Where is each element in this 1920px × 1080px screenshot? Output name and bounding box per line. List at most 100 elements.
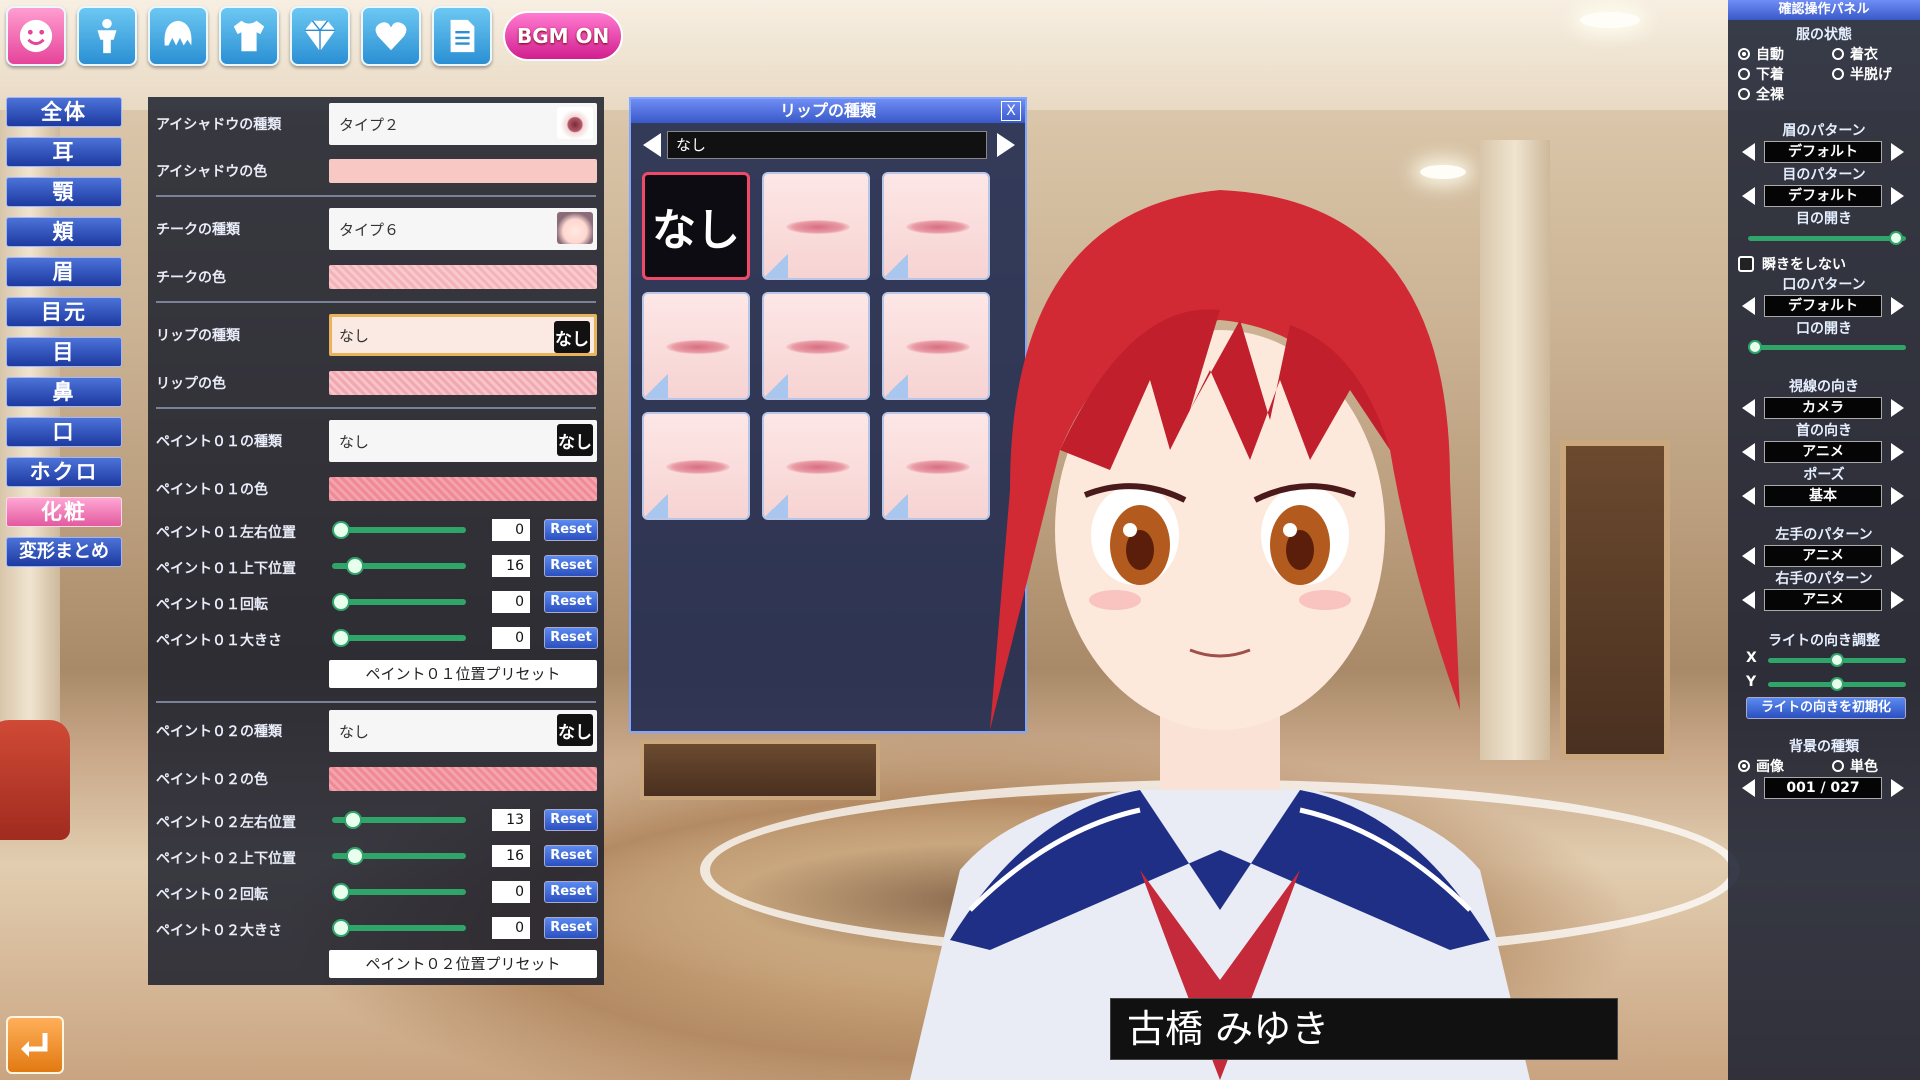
paint02-reset-button[interactable]: Reset bbox=[544, 881, 598, 903]
left-arrow-icon[interactable] bbox=[1742, 547, 1755, 565]
light-y-slider[interactable] bbox=[1768, 677, 1906, 691]
left-arrow-icon[interactable] bbox=[1742, 297, 1755, 315]
paint02-value-field[interactable]: 0 bbox=[492, 917, 530, 939]
paint01-slider[interactable] bbox=[332, 557, 466, 575]
paint02-value-field[interactable]: 13 bbox=[492, 809, 530, 831]
slider-handle[interactable] bbox=[346, 847, 364, 865]
eye-open-slider[interactable] bbox=[1748, 231, 1906, 245]
paint01-value-field[interactable]: 0 bbox=[492, 591, 530, 613]
paint02-reset-button[interactable]: Reset bbox=[544, 845, 598, 867]
paint01-position-preset-button[interactable]: ペイント０１位置プリセット bbox=[329, 660, 597, 688]
lip-option-none[interactable]: なし bbox=[642, 172, 750, 280]
paint01-slider[interactable] bbox=[332, 629, 466, 647]
clothes-icon[interactable] bbox=[219, 6, 279, 66]
left-arrow-icon[interactable] bbox=[1742, 779, 1755, 797]
body-icon[interactable] bbox=[77, 6, 137, 66]
paint01-value-field[interactable]: 16 bbox=[492, 555, 530, 577]
bgm-toggle-button[interactable]: BGM ON bbox=[503, 11, 624, 61]
paint02-value-field[interactable]: 0 bbox=[492, 881, 530, 903]
right-arrow-icon[interactable] bbox=[1891, 443, 1904, 461]
paint02-reset-button[interactable]: Reset bbox=[544, 917, 598, 939]
light-x-slider[interactable] bbox=[1768, 653, 1906, 667]
left-arrow-icon[interactable] bbox=[1742, 399, 1755, 417]
category-jaw[interactable]: 顎 bbox=[6, 177, 122, 207]
category-deform-summary[interactable]: 変形まとめ bbox=[6, 537, 122, 567]
paint02-slider[interactable] bbox=[332, 919, 466, 937]
paint01-slider[interactable] bbox=[332, 521, 466, 539]
slider-handle[interactable] bbox=[344, 811, 362, 829]
right-arrow-icon[interactable] bbox=[1891, 143, 1904, 161]
left-arrow-icon[interactable] bbox=[1742, 591, 1755, 609]
slider-handle[interactable] bbox=[1830, 653, 1844, 667]
paint01-reset-button[interactable]: Reset bbox=[544, 555, 598, 577]
clothes-auto-radio[interactable]: 自動 bbox=[1738, 44, 1784, 64]
paint02-reset-button[interactable]: Reset bbox=[544, 809, 598, 831]
left-hand-stepper[interactable]: アニメ bbox=[1742, 545, 1904, 567]
paint01-slider[interactable] bbox=[332, 593, 466, 611]
category-mouth[interactable]: 口 bbox=[6, 417, 122, 447]
paint01-value-field[interactable]: 0 bbox=[492, 627, 530, 649]
paint02-slider[interactable] bbox=[332, 811, 466, 829]
paint01-color-swatch[interactable] bbox=[329, 477, 597, 501]
slider-handle[interactable] bbox=[332, 883, 350, 901]
clothes-underwear-radio[interactable]: 下着 bbox=[1738, 64, 1784, 84]
paint02-slider[interactable] bbox=[332, 883, 466, 901]
paint02-value-field[interactable]: 16 bbox=[492, 845, 530, 867]
paint02-slider[interactable] bbox=[332, 847, 466, 865]
eyeshadow-type-selector[interactable]: タイプ２ bbox=[329, 103, 597, 145]
slider-handle[interactable] bbox=[1889, 231, 1903, 245]
paint01-type-selector[interactable]: なし なし bbox=[329, 420, 597, 462]
paint01-reset-button[interactable]: Reset bbox=[544, 591, 598, 613]
back-icon[interactable] bbox=[6, 1016, 64, 1074]
lip-option[interactable] bbox=[762, 412, 870, 520]
slider-handle[interactable] bbox=[332, 593, 350, 611]
category-ears[interactable]: 耳 bbox=[6, 137, 122, 167]
category-whole[interactable]: 全体 bbox=[6, 97, 122, 127]
right-arrow-icon[interactable] bbox=[1891, 399, 1904, 417]
eyeshadow-color-swatch[interactable] bbox=[329, 159, 597, 183]
lip-type-selector[interactable]: なし なし bbox=[329, 314, 597, 356]
background-counter-stepper[interactable]: 001 / 027 bbox=[1742, 777, 1904, 799]
background-image-radio[interactable]: 画像 bbox=[1738, 756, 1784, 776]
left-arrow-icon[interactable] bbox=[1742, 143, 1755, 161]
category-nose[interactable]: 鼻 bbox=[6, 377, 122, 407]
right-arrow-icon[interactable] bbox=[1891, 187, 1904, 205]
mouth-pattern-stepper[interactable]: デフォルト bbox=[1742, 295, 1904, 317]
light-reset-button[interactable]: ライトの向きを初期化 bbox=[1746, 697, 1906, 719]
right-arrow-icon[interactable] bbox=[1891, 547, 1904, 565]
paint02-type-selector[interactable]: なし なし bbox=[329, 710, 597, 752]
lip-option[interactable] bbox=[762, 172, 870, 280]
accessory-icon[interactable] bbox=[290, 6, 350, 66]
right-arrow-icon[interactable] bbox=[1891, 487, 1904, 505]
paint02-color-swatch[interactable] bbox=[329, 767, 597, 791]
paint01-reset-button[interactable]: Reset bbox=[544, 627, 598, 649]
neck-stepper[interactable]: アニメ bbox=[1742, 441, 1904, 463]
confirmation-panel-header[interactable]: 確認操作パネル bbox=[1728, 0, 1920, 20]
right-arrow-icon[interactable] bbox=[1891, 297, 1904, 315]
heart-icon[interactable] bbox=[361, 6, 421, 66]
clothes-nude-radio[interactable]: 全裸 bbox=[1738, 84, 1784, 104]
paint01-value-field[interactable]: 0 bbox=[492, 519, 530, 541]
category-moles[interactable]: ホクロ bbox=[6, 457, 122, 487]
left-arrow-icon[interactable] bbox=[1742, 187, 1755, 205]
slider-handle[interactable] bbox=[346, 557, 364, 575]
slider-handle[interactable] bbox=[332, 919, 350, 937]
category-eye-area[interactable]: 目元 bbox=[6, 297, 122, 327]
right-hand-stepper[interactable]: アニメ bbox=[1742, 589, 1904, 611]
category-cheeks[interactable]: 頬 bbox=[6, 217, 122, 247]
slider-handle[interactable] bbox=[1748, 340, 1762, 354]
clothes-half-radio[interactable]: 半脱げ bbox=[1832, 64, 1892, 84]
cheek-color-swatch[interactable] bbox=[329, 265, 597, 289]
slider-handle[interactable] bbox=[332, 521, 350, 539]
paint01-reset-button[interactable]: Reset bbox=[544, 519, 598, 541]
eye-pattern-stepper[interactable]: デフォルト bbox=[1742, 185, 1904, 207]
cheek-type-selector[interactable]: タイプ６ bbox=[329, 208, 597, 250]
mouth-open-slider[interactable] bbox=[1748, 340, 1906, 354]
background-solid-radio[interactable]: 単色 bbox=[1832, 756, 1878, 776]
slider-handle[interactable] bbox=[1830, 677, 1844, 691]
no-blink-checkbox[interactable]: 瞬きをしない bbox=[1738, 254, 1846, 274]
lip-option[interactable] bbox=[642, 412, 750, 520]
left-arrow-icon[interactable] bbox=[1742, 487, 1755, 505]
gaze-stepper[interactable]: カメラ bbox=[1742, 397, 1904, 419]
category-eyes[interactable]: 目 bbox=[6, 337, 122, 367]
